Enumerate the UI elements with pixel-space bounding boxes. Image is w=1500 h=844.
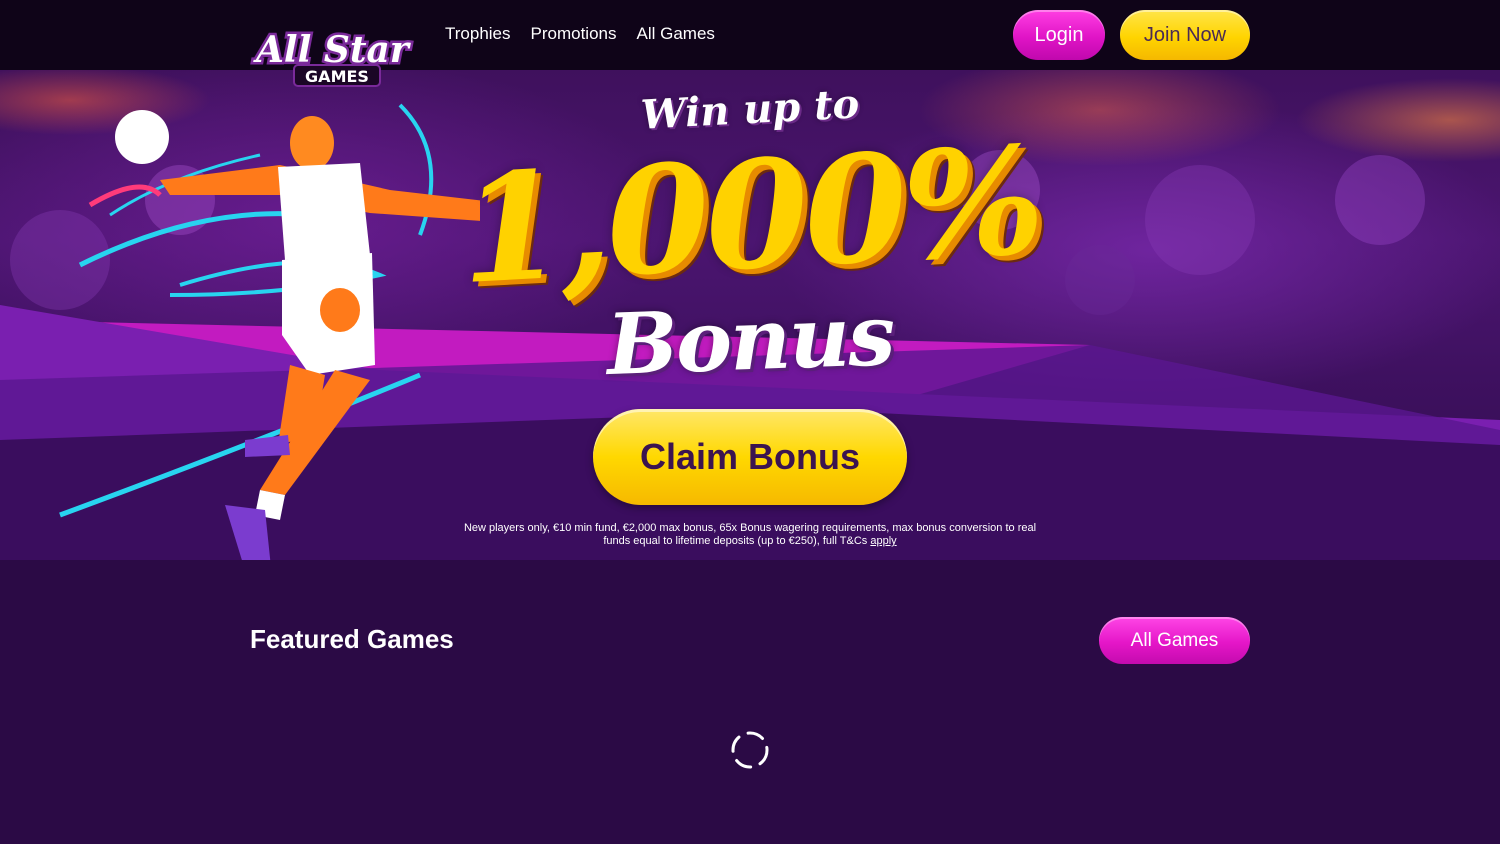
logo-subtitle: GAMES [305,67,369,86]
all-games-button[interactable]: All Games [1099,617,1250,664]
main-nav: Trophies Promotions All Games [445,24,715,44]
featured-games-heading: Featured Games [250,624,454,654]
terms-body: New players only, €10 min fund, €2,000 m… [463,522,1037,547]
spinner-icon [731,731,769,769]
logo-image: All Star GAMES [251,27,414,87]
nav-link-promotions[interactable]: Promotions [531,24,617,44]
claim-bonus-button[interactable]: Claim Bonus [593,409,907,505]
nav-link-trophies[interactable]: Trophies [445,24,511,44]
nav-link-all-games[interactable]: All Games [637,24,715,44]
terms-apply-link[interactable]: apply [870,535,896,547]
login-button[interactable]: Login [1013,10,1105,60]
bonus-terms-text: New players only, €10 min fund, €2,000 m… [455,522,1045,548]
all-star-games-logo[interactable]: All Star GAMES [250,18,430,90]
page-background [0,560,1500,844]
join-now-button[interactable]: Join Now [1120,10,1250,60]
